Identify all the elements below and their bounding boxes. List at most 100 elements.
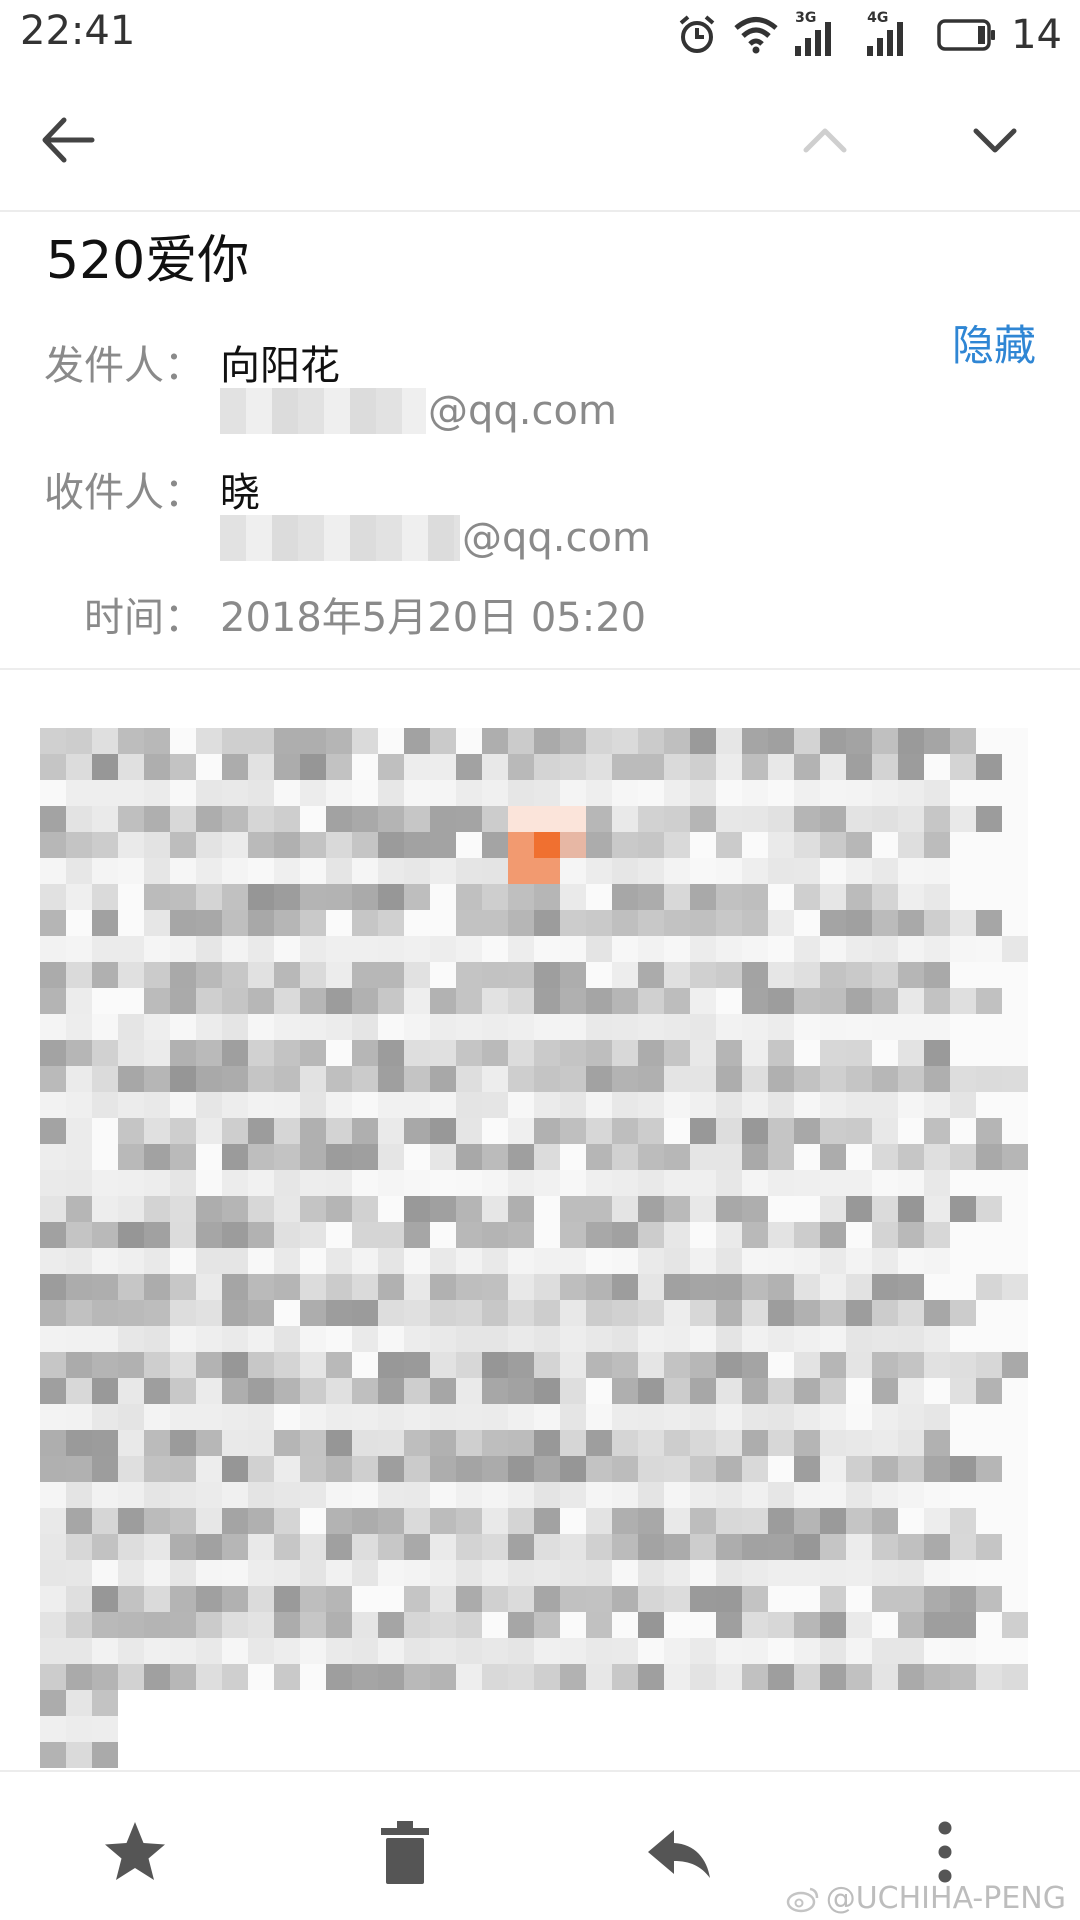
mosaic-cell	[950, 1066, 976, 1092]
mosaic-cell	[716, 754, 742, 780]
mosaic-cell	[378, 1482, 404, 1508]
mosaic-cell	[482, 1118, 508, 1144]
mosaic-cell	[716, 858, 742, 884]
mosaic-cell	[274, 1144, 300, 1170]
mosaic-cell	[378, 988, 404, 1014]
mosaic-cell	[196, 936, 222, 962]
mosaic-cell	[274, 1430, 300, 1456]
more-options-button[interactable]	[905, 1812, 985, 1892]
mosaic-cell	[352, 858, 378, 884]
mosaic-cell	[898, 936, 924, 962]
mosaic-cell	[976, 780, 1002, 806]
mosaic-cell	[820, 1144, 846, 1170]
mosaic-cell	[794, 1430, 820, 1456]
mosaic-cell	[430, 858, 456, 884]
mosaic-cell	[794, 1352, 820, 1378]
delete-button[interactable]	[365, 1812, 445, 1892]
meta-divider	[0, 668, 1080, 670]
mosaic-cell	[144, 1638, 170, 1664]
email-detail-screen: 22:41 3G 4G 14 520爱你 隐藏 发件人： 向阳花 @qq.com…	[0, 0, 1080, 1920]
mosaic-cell	[976, 1612, 1002, 1638]
mosaic-cell	[170, 1066, 196, 1092]
mosaic-cell	[404, 1404, 430, 1430]
mosaic-cell	[794, 1014, 820, 1040]
mosaic-cell	[534, 1352, 560, 1378]
mosaic-cell	[872, 1664, 898, 1690]
mosaic-cell	[508, 806, 534, 832]
mosaic-cell	[482, 1144, 508, 1170]
mosaic-cell	[872, 1196, 898, 1222]
mosaic-cell	[1002, 1092, 1028, 1118]
mosaic-cell	[586, 1066, 612, 1092]
mosaic-cell	[222, 1482, 248, 1508]
mosaic-cell	[560, 780, 586, 806]
mosaic-cell	[794, 1404, 820, 1430]
reply-button[interactable]	[638, 1812, 718, 1892]
mosaic-cell	[742, 1586, 768, 1612]
mosaic-cell	[1002, 1586, 1028, 1612]
mosaic-cell	[846, 1248, 872, 1274]
mosaic-cell	[482, 780, 508, 806]
sender-address[interactable]: @qq.com	[220, 388, 617, 434]
mosaic-cell	[716, 910, 742, 936]
mosaic-cell	[768, 1534, 794, 1560]
mosaic-cell	[482, 806, 508, 832]
mosaic-cell	[92, 1092, 118, 1118]
mosaic-cell	[872, 1586, 898, 1612]
mosaic-cell	[430, 1612, 456, 1638]
mosaic-cell	[118, 1586, 144, 1612]
mosaic-cell	[950, 1118, 976, 1144]
mosaic-cell	[66, 1404, 92, 1430]
mosaic-cell	[586, 1664, 612, 1690]
mosaic-cell	[742, 962, 768, 988]
mosaic-cell	[170, 754, 196, 780]
mosaic-cell	[248, 1560, 274, 1586]
previous-email-button[interactable]	[790, 100, 860, 180]
mosaic-cell	[898, 1404, 924, 1430]
mosaic-cell	[222, 1300, 248, 1326]
mosaic-cell	[716, 1430, 742, 1456]
mosaic-cell	[456, 1300, 482, 1326]
mosaic-cell	[534, 1378, 560, 1404]
mosaic-cell	[222, 1222, 248, 1248]
mosaic-cell	[820, 780, 846, 806]
mosaic-cell	[638, 1508, 664, 1534]
mosaic-cell	[456, 1456, 482, 1482]
mosaic-cell	[144, 728, 170, 754]
mosaic-cell	[638, 806, 664, 832]
mosaic-cell	[690, 806, 716, 832]
back-button[interactable]	[30, 100, 110, 180]
recipient-name[interactable]: 晓	[220, 460, 260, 518]
recipient-address[interactable]: @qq.com	[220, 515, 651, 561]
wifi-icon	[734, 17, 778, 54]
mosaic-cell	[742, 832, 768, 858]
sender-name[interactable]: 向阳花	[220, 333, 340, 391]
mosaic-cell	[352, 936, 378, 962]
mosaic-cell	[976, 1326, 1002, 1352]
mosaic-cell	[846, 1118, 872, 1144]
mosaic-cell	[118, 832, 144, 858]
mosaic-cell	[560, 1326, 586, 1352]
mosaic-cell	[508, 1482, 534, 1508]
mosaic-cell	[196, 1326, 222, 1352]
mosaic-cell	[222, 780, 248, 806]
mosaic-cell	[92, 1326, 118, 1352]
next-email-button[interactable]	[960, 100, 1030, 180]
star-button[interactable]	[95, 1812, 175, 1892]
mosaic-cell	[352, 1300, 378, 1326]
mosaic-cell	[378, 884, 404, 910]
mosaic-cell	[274, 962, 300, 988]
mosaic-cell	[820, 1482, 846, 1508]
mosaic-cell	[404, 1170, 430, 1196]
mosaic-cell	[924, 884, 950, 910]
mosaic-cell	[664, 1508, 690, 1534]
mosaic-cell	[794, 806, 820, 832]
mosaic-cell	[352, 1352, 378, 1378]
mosaic-cell	[924, 936, 950, 962]
mosaic-cell	[326, 1378, 352, 1404]
mosaic-cell	[742, 1638, 768, 1664]
mosaic-cell	[170, 1560, 196, 1586]
hide-details-link[interactable]: 隐藏	[952, 312, 1036, 373]
mosaic-cell	[482, 1508, 508, 1534]
mosaic-cell	[976, 1508, 1002, 1534]
